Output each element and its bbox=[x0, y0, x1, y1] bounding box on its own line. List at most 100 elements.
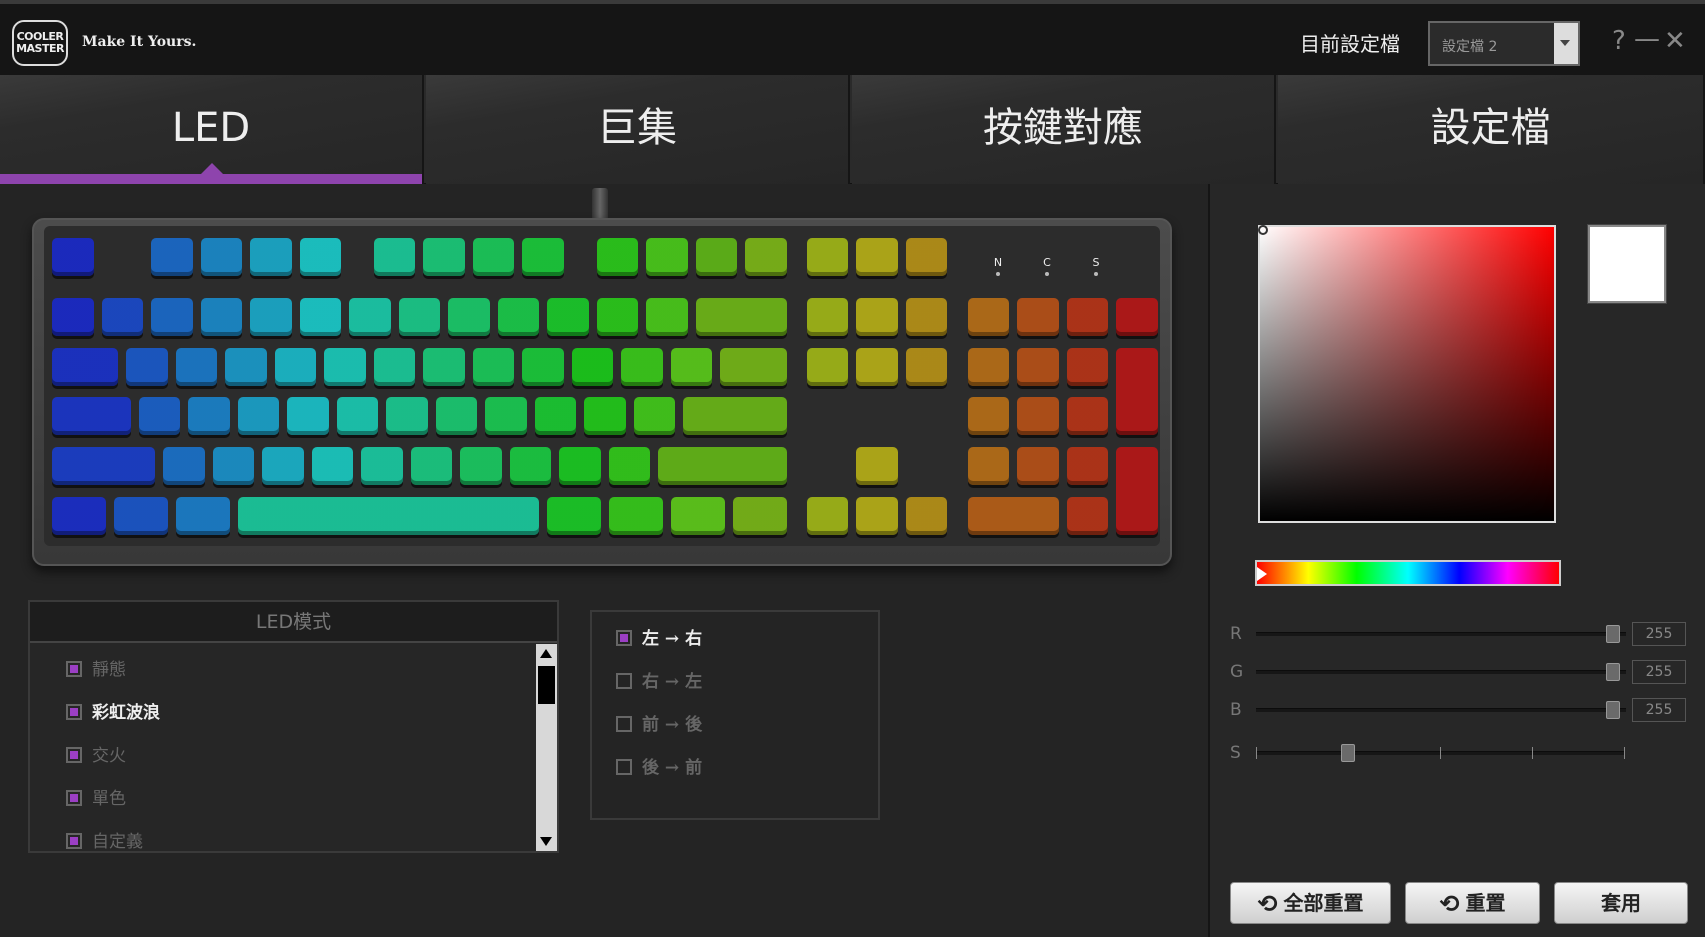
keyboard-key[interactable] bbox=[1017, 397, 1059, 435]
keyboard-key[interactable] bbox=[373, 348, 416, 386]
keyboard-key[interactable] bbox=[435, 397, 478, 435]
keyboard-key[interactable] bbox=[670, 497, 725, 535]
keyboard-key[interactable] bbox=[237, 497, 539, 535]
keyboard-key[interactable] bbox=[52, 238, 94, 276]
keyboard-key[interactable] bbox=[658, 447, 787, 485]
red-value-field[interactable]: 255 bbox=[1632, 622, 1686, 646]
keyboard-key[interactable] bbox=[52, 497, 106, 535]
reset-all-button[interactable]: ⟲ 全部重置 bbox=[1230, 882, 1391, 924]
keyboard-key[interactable] bbox=[460, 447, 502, 485]
keyboard-key[interactable] bbox=[200, 298, 242, 336]
keyboard-key[interactable] bbox=[806, 298, 849, 336]
keyboard-key[interactable] bbox=[237, 397, 280, 435]
keyboard-key[interactable] bbox=[423, 238, 465, 276]
keyboard-key[interactable] bbox=[732, 497, 787, 535]
keyboard-key[interactable] bbox=[497, 298, 539, 336]
keyboard-key[interactable] bbox=[695, 298, 787, 336]
green-slider-thumb[interactable] bbox=[1606, 663, 1620, 681]
checkbox-icon[interactable] bbox=[66, 747, 82, 763]
keyboard-key[interactable] bbox=[1066, 397, 1109, 435]
keyboard-key[interactable] bbox=[905, 238, 948, 276]
keyboard-key[interactable] bbox=[571, 348, 614, 386]
led-mode-static[interactable]: 靜態 bbox=[66, 655, 126, 680]
keyboard-key[interactable] bbox=[311, 447, 354, 485]
red-slider-track[interactable] bbox=[1256, 632, 1626, 636]
keyboard-key[interactable] bbox=[151, 238, 193, 276]
keyboard-key[interactable] bbox=[250, 238, 292, 276]
keyboard-key[interactable] bbox=[509, 447, 552, 485]
led-mode-scrollbar[interactable] bbox=[536, 644, 557, 851]
keyboard-key[interactable] bbox=[856, 238, 898, 276]
speed-slider-thumb[interactable] bbox=[1341, 744, 1355, 762]
reset-button[interactable]: ⟲ 重置 bbox=[1405, 882, 1540, 924]
red-slider-thumb[interactable] bbox=[1606, 625, 1620, 643]
keyboard-key[interactable] bbox=[287, 397, 329, 435]
keyboard-key[interactable] bbox=[1017, 447, 1059, 485]
keyboard-key[interactable] bbox=[646, 298, 688, 336]
blue-value-field[interactable]: 255 bbox=[1632, 698, 1686, 722]
keyboard-key[interactable] bbox=[967, 348, 1010, 386]
keyboard-key[interactable] bbox=[967, 298, 1010, 336]
minimize-icon[interactable]: — bbox=[1634, 24, 1660, 54]
keyboard-key[interactable] bbox=[547, 497, 601, 535]
led-mode-crossfire[interactable]: 交火 bbox=[66, 741, 126, 766]
tab-led[interactable]: LED bbox=[0, 75, 424, 184]
keyboard-key[interactable] bbox=[274, 348, 317, 386]
keyboard-key[interactable] bbox=[584, 397, 626, 435]
keyboard-key[interactable] bbox=[448, 298, 490, 336]
keyboard-key[interactable] bbox=[720, 348, 787, 386]
chevron-down-icon[interactable] bbox=[1554, 23, 1578, 64]
keyboard-key[interactable] bbox=[472, 348, 515, 386]
keyboard-key[interactable] bbox=[534, 397, 577, 435]
keyboard-key[interactable] bbox=[596, 298, 638, 336]
tab-macro[interactable]: 巨集 bbox=[426, 75, 850, 184]
scroll-thumb[interactable] bbox=[538, 666, 555, 704]
blue-slider-thumb[interactable] bbox=[1606, 701, 1620, 719]
keyboard-key[interactable] bbox=[126, 348, 168, 386]
keyboard-key[interactable] bbox=[1116, 348, 1158, 435]
keyboard-key[interactable] bbox=[1116, 298, 1158, 336]
keyboard-key[interactable] bbox=[225, 348, 267, 386]
keyboard-key[interactable] bbox=[299, 298, 341, 336]
keyboard-key[interactable] bbox=[52, 298, 94, 336]
keyboard-key[interactable] bbox=[967, 447, 1010, 485]
speed-slider[interactable]: S bbox=[1228, 741, 1688, 765]
keyboard-key[interactable] bbox=[745, 238, 787, 276]
keyboard-key[interactable] bbox=[175, 497, 230, 535]
keyboard-key[interactable] bbox=[52, 348, 119, 386]
help-icon[interactable]: ? bbox=[1612, 26, 1626, 56]
led-mode-rainbow-wave[interactable]: 彩虹波浪 bbox=[66, 698, 160, 723]
keyboard-key[interactable] bbox=[349, 298, 391, 336]
keyboard-key[interactable] bbox=[806, 497, 849, 535]
keyboard-key[interactable] bbox=[410, 447, 453, 485]
checkbox-icon[interactable] bbox=[66, 661, 82, 677]
led-mode-single-color[interactable]: 單色 bbox=[66, 784, 126, 809]
keyboard-key[interactable] bbox=[1017, 298, 1059, 336]
keyboard-key[interactable] bbox=[1066, 497, 1109, 535]
picker-cursor[interactable] bbox=[1258, 225, 1268, 235]
checkbox-icon[interactable] bbox=[616, 630, 632, 646]
keyboard-key[interactable] bbox=[472, 238, 515, 276]
keyboard-key[interactable] bbox=[522, 238, 564, 276]
keyboard-key[interactable] bbox=[485, 397, 527, 435]
keyboard-key[interactable] bbox=[670, 348, 713, 386]
keyboard-key[interactable] bbox=[386, 397, 428, 435]
keyboard-key[interactable] bbox=[608, 497, 663, 535]
keyboard-key[interactable] bbox=[113, 497, 168, 535]
scroll-up-icon[interactable] bbox=[540, 649, 552, 658]
checkbox-icon[interactable] bbox=[66, 833, 82, 849]
keyboard-key[interactable] bbox=[1017, 348, 1059, 386]
apply-button[interactable]: 套用 bbox=[1554, 882, 1688, 924]
keyboard-key[interactable] bbox=[163, 447, 205, 485]
keyboard-key[interactable] bbox=[1116, 447, 1158, 535]
blue-slider-track[interactable] bbox=[1256, 708, 1626, 712]
keyboard-key[interactable] bbox=[52, 397, 131, 435]
keyboard-key[interactable] bbox=[250, 298, 292, 336]
keyboard-key[interactable] bbox=[856, 497, 898, 535]
profile-dropdown[interactable]: 設定檔 2 bbox=[1428, 21, 1580, 66]
keyboard-key[interactable] bbox=[1066, 348, 1109, 386]
checkbox-icon[interactable] bbox=[66, 704, 82, 720]
keyboard-key[interactable] bbox=[596, 238, 638, 276]
blue-slider[interactable]: B 255 bbox=[1228, 698, 1688, 722]
keyboard-key[interactable] bbox=[324, 348, 366, 386]
